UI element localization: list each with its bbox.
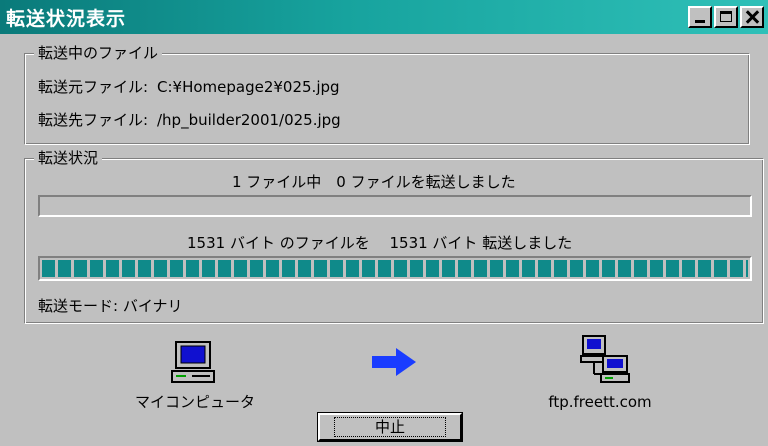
close-icon[interactable] — [740, 6, 764, 28]
files-status-text: 1 ファイル中 0 ファイルを転送しました — [232, 173, 516, 191]
file-group-legend: 転送中のファイル — [34, 43, 163, 63]
cancel-button-label: 中止 — [333, 417, 446, 437]
maximize-icon[interactable] — [714, 6, 738, 28]
file-group-frame — [24, 53, 750, 145]
files-progress-bar — [38, 195, 752, 217]
computer-icon — [171, 341, 215, 383]
transfer-mode-text: 転送モード: バイナリ — [38, 297, 183, 315]
minimize-icon[interactable] — [688, 6, 712, 28]
dest-file-label: 転送先ファイル: — [38, 111, 149, 129]
dest-file-value: /hp_builder2001/025.jpg — [157, 111, 341, 129]
local-computer-label: マイコンピュータ — [134, 393, 255, 411]
title-bar[interactable]: 転送状況表示 — [0, 0, 768, 34]
status-group-legend: 転送状況 — [34, 148, 103, 168]
bytes-progress-fill — [42, 260, 748, 277]
source-file-value: C:¥Homepage2¥025.jpg — [157, 78, 340, 96]
source-file-label: 転送元ファイル: — [38, 78, 149, 96]
cancel-button[interactable]: 中止 — [317, 412, 463, 442]
window-controls — [686, 6, 764, 28]
arrow-right-icon — [372, 348, 416, 376]
window-title: 転送状況表示 — [6, 7, 127, 30]
remote-host-label: ftp.freett.com — [548, 393, 652, 411]
network-server-icon — [580, 335, 630, 383]
bytes-status-text: 1531 バイト のファイルを 1531 バイト 転送しました — [187, 234, 573, 252]
transfer-status-window: 転送状況表示 転送中のファイル 転送元ファイル: C:¥Homepage2¥02… — [0, 0, 768, 446]
bytes-progress-bar — [38, 256, 752, 281]
